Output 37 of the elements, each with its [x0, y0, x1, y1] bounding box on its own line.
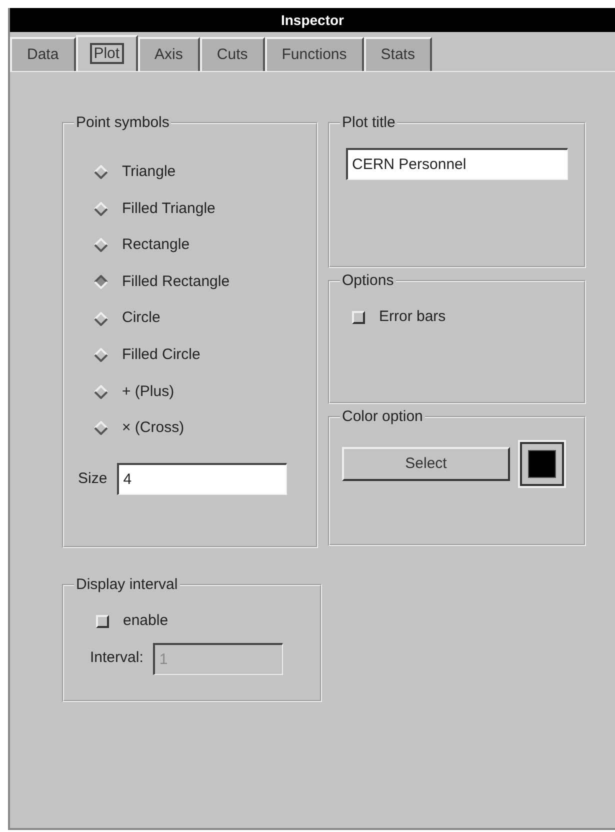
option-label: Circle	[122, 308, 160, 328]
checkbox[interactable]	[96, 614, 109, 628]
field-label: Size	[78, 468, 108, 488]
field-label: Interval:	[90, 648, 144, 668]
tab[interactable]: Plot	[76, 35, 138, 71]
select-button[interactable]: Select	[342, 447, 510, 481]
radio-button[interactable]	[94, 202, 108, 216]
group-title: Color option	[340, 408, 425, 426]
option-label: Filled Circle	[122, 345, 200, 366]
radio-button[interactable]	[94, 238, 108, 252]
radio-button[interactable]	[94, 421, 108, 436]
tab[interactable]: Axis	[138, 37, 200, 71]
tab[interactable]: Data	[10, 37, 76, 71]
tab[interactable]: Stats	[364, 37, 432, 71]
radio-button[interactable]	[94, 275, 108, 290]
checkbox[interactable]	[352, 310, 365, 324]
radio-button[interactable]	[94, 165, 108, 180]
group-title: Options	[340, 272, 396, 290]
radio-button[interactable]	[94, 384, 108, 399]
radio-button[interactable]	[94, 348, 108, 362]
group-title: Display interval	[74, 576, 180, 594]
title-field[interactable]: CERN Personnel	[346, 148, 568, 180]
option-label: + (Plus)	[122, 382, 174, 402]
tab[interactable]: Functions	[264, 37, 364, 71]
option-label: × (Cross)	[122, 418, 184, 438]
radio-button[interactable]	[94, 312, 108, 326]
group-title: Point symbols	[74, 114, 172, 132]
size-field[interactable]: 4	[117, 462, 288, 495]
option-label: Triangle	[122, 162, 176, 182]
checkbox-label: enable	[123, 611, 168, 631]
window-title: Inspector	[10, 8, 615, 32]
option-label: Filled Rectangle	[122, 272, 230, 292]
checkbox-label: Error bars	[379, 307, 446, 327]
tab[interactable]: Cuts	[200, 37, 265, 71]
option-label: Rectangle	[122, 235, 190, 256]
option-label: Filled Triangle	[122, 198, 216, 219]
color-swatch[interactable]	[520, 442, 564, 486]
